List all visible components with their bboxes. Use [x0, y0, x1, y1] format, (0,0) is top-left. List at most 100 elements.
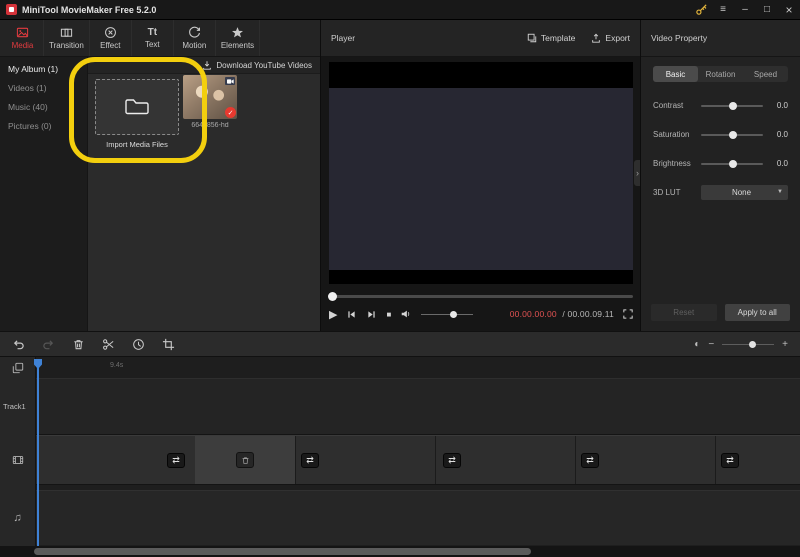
selected-clip[interactable] [195, 436, 295, 484]
register-key-icon[interactable] [690, 0, 712, 20]
library-content: Download YouTube Videos Import Media Fil… [88, 57, 320, 331]
window-title: MiniTool MovieMaker Free 5.2.0 [22, 5, 156, 15]
close-button[interactable]: × [778, 0, 800, 20]
video-frame [329, 88, 633, 270]
tab-basic[interactable]: Basic [653, 66, 698, 82]
zoom-fit-icon[interactable]: ◐ [694, 339, 700, 350]
player-header: Player Template Export [321, 20, 640, 57]
lut-dropdown[interactable]: None ▼ [701, 185, 788, 200]
template-button[interactable]: Template [527, 33, 576, 43]
delete-button[interactable] [72, 338, 85, 351]
folder-icon [124, 97, 150, 117]
slider-thumb[interactable] [729, 131, 737, 139]
timeline-toolbar: ◐ − + [0, 331, 800, 357]
video-track-icon [0, 435, 35, 485]
transition-icon [60, 26, 73, 39]
track-header-column: Track1 ♫ [0, 357, 36, 546]
playhead[interactable] [37, 360, 39, 546]
crop-button[interactable] [162, 338, 175, 351]
tab-motion[interactable]: Motion [174, 20, 216, 56]
contrast-row: Contrast 0.0 [653, 91, 788, 120]
speed-button[interactable] [132, 338, 145, 351]
import-box[interactable] [95, 79, 179, 135]
video-canvas [329, 62, 633, 284]
sidebar-item-videos[interactable]: Videos (1) [0, 78, 87, 97]
media-item[interactable]: ✓ 6648856-hd [183, 75, 237, 129]
reset-button[interactable]: Reset [651, 304, 717, 321]
clip-separator [435, 436, 436, 484]
video-track-row: ⇄ ⇄ ⇄ ⇄ ⇄ [36, 435, 800, 485]
previous-frame-button[interactable] [346, 309, 357, 320]
seek-track[interactable] [329, 295, 633, 298]
tab-speed[interactable]: Speed [743, 66, 788, 82]
timeline: Track1 ♫ 9.4s ⇄ ⇄ ⇄ ⇄ ⇄ [0, 357, 800, 546]
zoom-thumb[interactable] [749, 341, 756, 348]
media-item-name: 6648856-hd [183, 122, 237, 129]
tab-text[interactable]: Tt Text [132, 20, 174, 56]
stop-button[interactable]: ■ [386, 310, 391, 319]
library-header: Download YouTube Videos [88, 57, 320, 74]
import-media-dropzone[interactable]: Import Media Files [95, 79, 179, 149]
added-check-icon: ✓ [225, 107, 236, 118]
volume-slider[interactable] [421, 310, 473, 319]
seek-thumb[interactable] [328, 292, 337, 301]
transition-slot[interactable]: ⇄ [301, 453, 319, 468]
minimize-button[interactable]: – [734, 0, 756, 20]
titlebar: MiniTool MovieMaker Free 5.2.0 ≡ – □ × [0, 0, 800, 20]
fullscreen-button[interactable] [623, 309, 633, 319]
transition-slot[interactable]: ⇄ [581, 453, 599, 468]
scrollbar-thumb[interactable] [34, 548, 531, 555]
sidebar-item-pictures[interactable]: Pictures (0) [0, 116, 87, 135]
audio-track-row[interactable] [36, 490, 800, 545]
horizontal-scrollbar[interactable] [0, 546, 800, 557]
contrast-slider[interactable] [701, 101, 763, 110]
tab-media[interactable]: Media [2, 20, 44, 56]
download-icon [202, 60, 212, 70]
tab-effect[interactable]: Effect [90, 20, 132, 56]
split-button[interactable] [102, 338, 115, 351]
maximize-button[interactable]: □ [756, 0, 778, 20]
volume-thumb[interactable] [450, 311, 457, 318]
track-manager-button[interactable] [0, 357, 35, 378]
import-label: Import Media Files [95, 140, 179, 149]
volume-button[interactable] [400, 308, 412, 320]
redo-button[interactable] [42, 338, 55, 351]
playback-controls: ▶ ■ 00.00.00.00 / 00.00.09.11 [329, 301, 633, 327]
zoom-slider[interactable] [722, 340, 774, 349]
effect-icon [104, 26, 117, 39]
lut-label: 3D LUT [653, 188, 701, 197]
transition-slot[interactable]: ⇄ [443, 453, 461, 468]
slider-thumb[interactable] [729, 102, 737, 110]
transition-slot[interactable]: ⇄ [721, 453, 739, 468]
zoom-in-button[interactable]: + [782, 339, 788, 350]
library-sidebar: My Album (1) Videos (1) Music (40) Pictu… [0, 57, 88, 331]
play-button[interactable]: ▶ [329, 308, 337, 321]
sidebar-item-label: Music (40) [8, 102, 48, 112]
undo-button[interactable] [12, 338, 25, 351]
sidebar-item-music[interactable]: Music (40) [0, 97, 87, 116]
sidebar-item-my-album[interactable]: My Album (1) [0, 59, 87, 78]
brightness-row: Brightness 0.0 [653, 149, 788, 178]
zoom-track [722, 344, 774, 346]
saturation-row: Saturation 0.0 [653, 120, 788, 149]
volume-track [421, 314, 473, 316]
swap-icon: ⇄ [306, 455, 314, 466]
zoom-out-button[interactable]: − [708, 339, 714, 350]
saturation-slider[interactable] [701, 130, 763, 139]
apply-to-all-button[interactable]: Apply to all [725, 304, 791, 321]
next-frame-button[interactable] [366, 309, 377, 320]
text-icon: Tt [148, 28, 157, 38]
seek-bar[interactable] [329, 292, 633, 301]
tab-elements[interactable]: Elements [216, 20, 260, 56]
tab-label: Text [145, 40, 160, 49]
transition-slot[interactable]: ⇄ [167, 453, 185, 468]
menu-icon[interactable]: ≡ [712, 0, 734, 20]
tab-transition[interactable]: Transition [44, 20, 90, 56]
track1-row[interactable] [36, 378, 800, 435]
brightness-label: Brightness [653, 159, 701, 168]
export-button[interactable]: Export [591, 33, 630, 43]
download-youtube-link[interactable]: Download YouTube Videos [216, 61, 312, 70]
slider-thumb[interactable] [729, 160, 737, 168]
brightness-slider[interactable] [701, 159, 763, 168]
tab-rotation[interactable]: Rotation [698, 66, 743, 82]
